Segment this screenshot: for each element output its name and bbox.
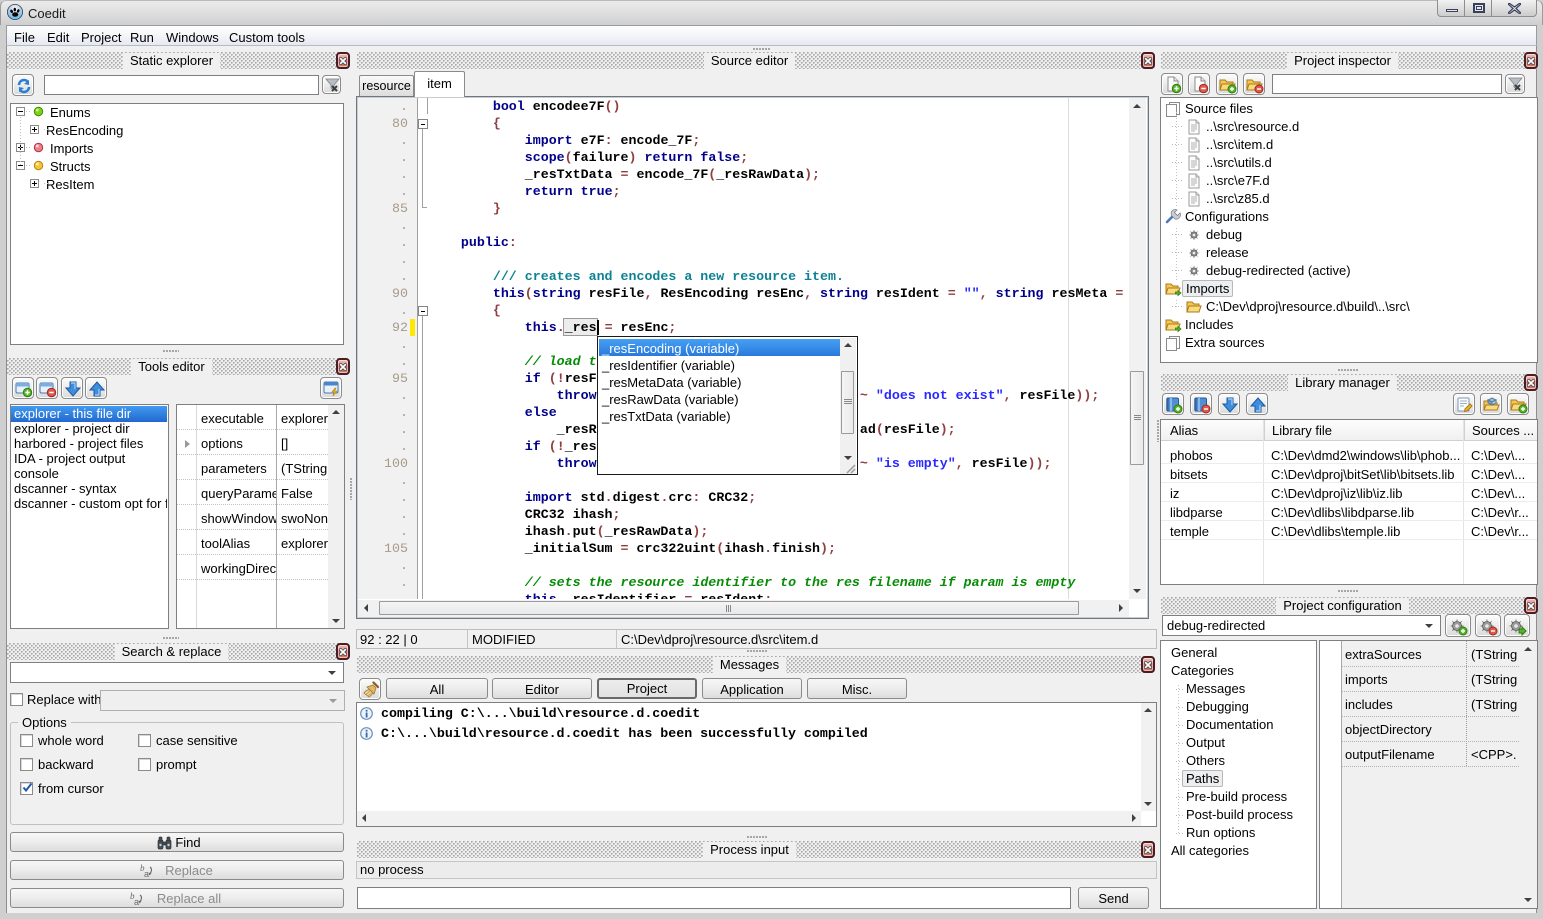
svg-text:a: a [134,897,139,907]
svg-text:a: a [144,869,149,879]
